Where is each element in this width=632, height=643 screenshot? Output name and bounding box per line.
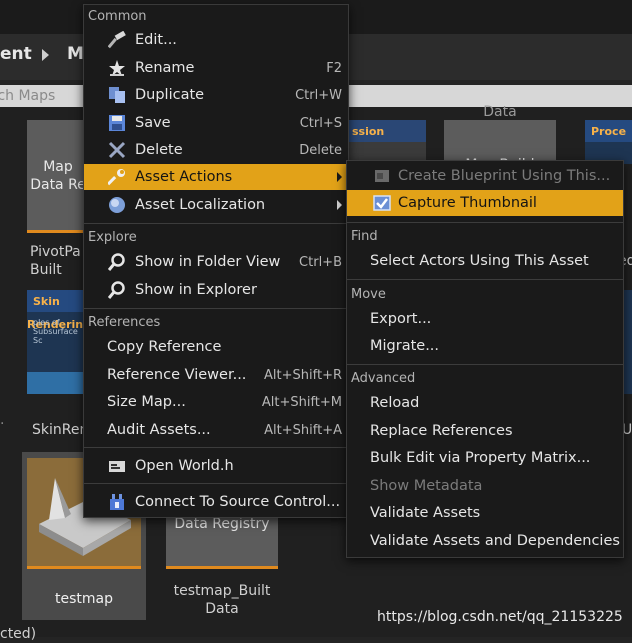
code-file-icon [109, 461, 125, 472]
magnifier-icon [108, 281, 125, 299]
asset-label-pivot: PivotPa Built [30, 244, 81, 278]
slide-subtitle: ples of Subsurface Sc [33, 318, 78, 345]
hammer-icon [108, 31, 126, 49]
submenu-item-reload[interactable]: Reload [347, 390, 623, 416]
rename-star-icon [109, 60, 125, 76]
menu-separator [347, 222, 623, 223]
menu-item-edit[interactable]: Edit... [84, 27, 348, 53]
slide-title: ssion [352, 125, 385, 138]
menu-item-connect-source-control[interactable]: Connect To Source Control... [84, 489, 348, 515]
menu-item-show-in-explorer[interactable]: Show in Explorer [84, 277, 348, 303]
duplicate-icon [109, 87, 125, 103]
section-find: Find [351, 229, 378, 244]
asset-type-bar [27, 566, 141, 569]
menu-item-delete[interactable]: Delete Delete [84, 137, 348, 163]
menu-item-open-world-h[interactable]: Open World.h [84, 453, 348, 479]
submenu-item-migrate[interactable]: Migrate... [347, 333, 623, 359]
menu-separator [84, 447, 348, 448]
wrench-icon [108, 169, 125, 186]
submenu-item-bulk-edit[interactable]: Bulk Edit via Property Matrix... [347, 445, 623, 471]
menu-item-audit-assets[interactable]: Audit Assets... Alt+Shift+A [84, 417, 348, 443]
watermark: https://blog.csdn.net/qq_21153225 [377, 609, 623, 625]
submenu-item-create-blueprint[interactable]: Create Blueprint Using This... [347, 163, 623, 189]
blueprint-icon [375, 170, 389, 182]
menu-separator [347, 279, 623, 280]
asset-thumb-label: Map Data Re [30, 159, 86, 193]
breadcrumb-item-content[interactable]: ent [0, 44, 32, 64]
asset-type-bar [166, 566, 278, 569]
globe-icon [109, 197, 125, 213]
submenu-item-capture-thumbnail[interactable]: Capture Thumbnail [347, 190, 623, 216]
asset-thumb-session[interactable]: ssion [346, 120, 426, 164]
delete-x-icon [108, 141, 126, 159]
slide-title: Proce [591, 125, 627, 138]
clipped-text: cted) [0, 626, 37, 642]
menu-item-duplicate[interactable]: Duplicate Ctrl+W [84, 82, 348, 108]
clipped-text: . [0, 412, 5, 428]
checkbox-checked-icon [373, 195, 391, 211]
breadcrumb-chevron-icon[interactable] [42, 49, 49, 61]
asset-type-bar [27, 230, 85, 233]
submenu-arrow-icon [337, 172, 342, 182]
asset-label-testmap-builtdata: testmap_Built Data [173, 583, 271, 617]
section-references: References [88, 315, 161, 330]
asset-actions-submenu: Create Blueprint Using This... Capture T… [346, 160, 624, 558]
menu-item-reference-viewer[interactable]: Reference Viewer... Alt+Shift+R [84, 362, 348, 388]
submenu-item-export[interactable]: Export... [347, 306, 623, 332]
menu-separator [84, 483, 348, 484]
asset-label-skin: SkinRen [32, 422, 89, 438]
asset-thumb-skin[interactable]: Skin Rendering ples of Subsurface Sc [27, 290, 85, 394]
asset-label-data: Data [483, 104, 517, 120]
submenu-item-select-actors[interactable]: Select Actors Using This Asset [347, 248, 623, 274]
menu-item-copy-reference[interactable]: Copy Reference [84, 334, 348, 360]
section-common: Common [88, 9, 147, 24]
menu-separator [84, 223, 348, 224]
submenu-item-replace-references[interactable]: Replace References [347, 418, 623, 444]
section-move: Move [351, 287, 386, 302]
menu-item-show-folder-view[interactable]: Show in Folder View Ctrl+B [84, 249, 348, 275]
magnifier-icon [108, 253, 125, 271]
menu-separator [84, 308, 348, 309]
section-advanced: Advanced [351, 371, 416, 386]
source-control-icon [110, 494, 124, 510]
menu-item-save[interactable]: Save Ctrl+S [84, 110, 348, 136]
save-disk-icon [109, 115, 125, 131]
menu-item-size-map[interactable]: Size Map... Alt+Shift+M [84, 389, 348, 415]
submenu-item-show-metadata[interactable]: Show Metadata [347, 473, 623, 499]
menu-item-asset-actions[interactable]: Asset Actions [84, 164, 348, 190]
asset-thumb-procedural[interactable]: Proce [585, 120, 632, 164]
submenu-arrow-icon [337, 200, 342, 210]
menu-separator [347, 364, 623, 365]
submenu-item-validate-deps[interactable]: Validate Assets and Dependencies [347, 528, 623, 554]
submenu-item-validate-assets[interactable]: Validate Assets [347, 500, 623, 526]
menu-item-asset-localization[interactable]: Asset Localization [84, 192, 348, 218]
context-menu: Common Edit... Rename F2 Duplicate Ctrl+… [83, 4, 349, 518]
menu-item-rename[interactable]: Rename F2 [84, 55, 348, 81]
breadcrumb-item-maps[interactable]: M [67, 44, 84, 64]
asset-label-testmap: testmap [55, 591, 113, 607]
section-explore: Explore [88, 230, 137, 245]
